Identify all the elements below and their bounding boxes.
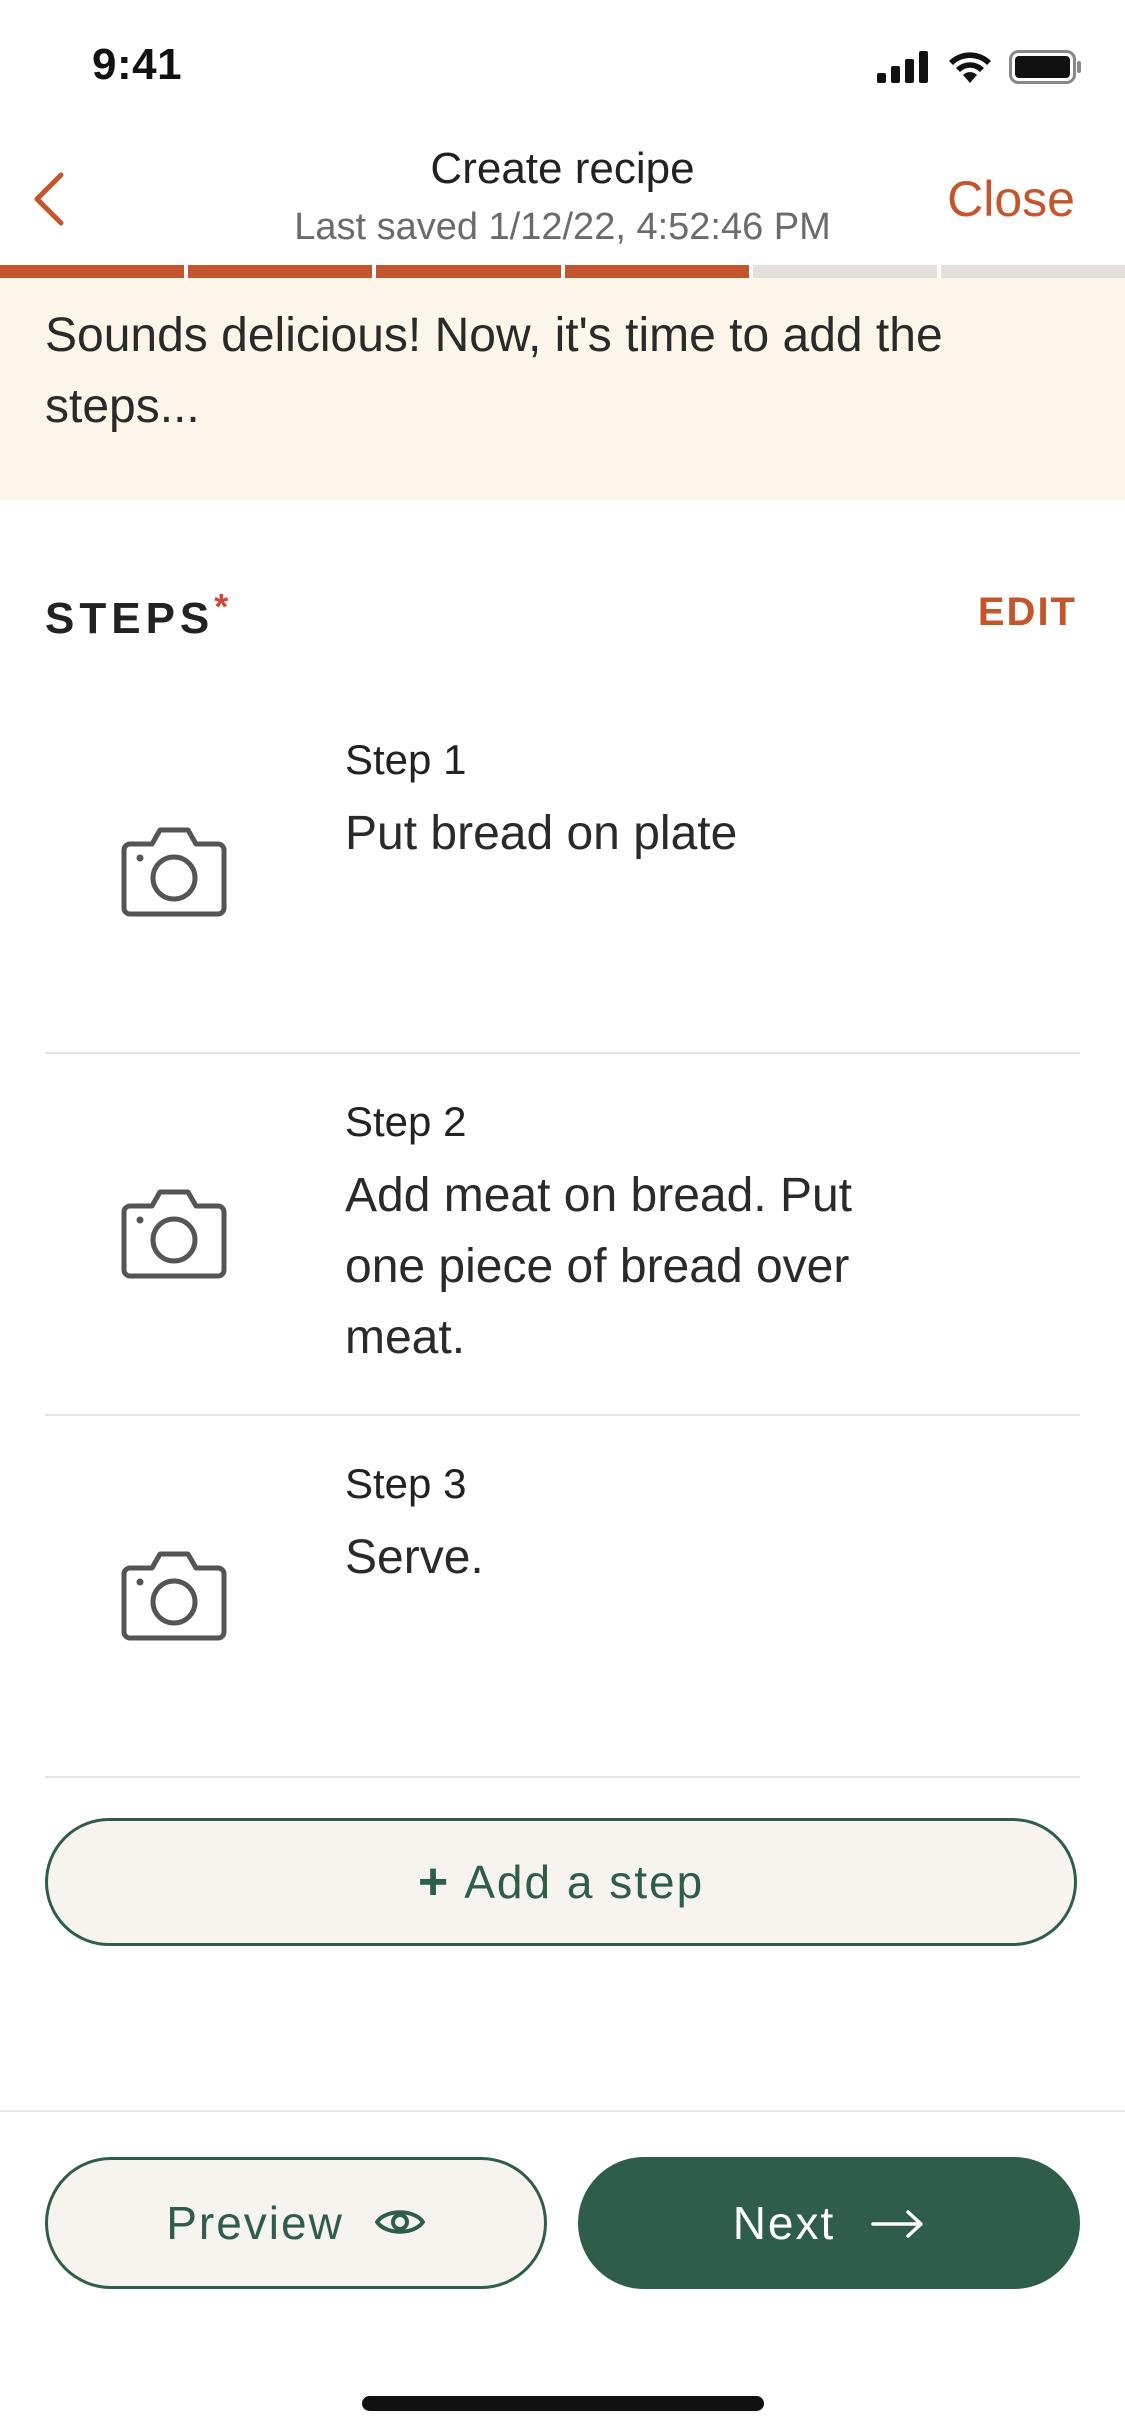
step-row[interactable]: Step 1 Put bread on plate bbox=[45, 692, 1080, 1054]
eye-icon bbox=[374, 2196, 426, 2250]
add-step-photo-button[interactable] bbox=[118, 1054, 230, 1414]
step-text: Add meat on bread. Put one piece of brea… bbox=[345, 1169, 852, 1364]
close-button[interactable]: Close bbox=[947, 170, 1075, 228]
camera-icon bbox=[120, 1184, 228, 1285]
progress-segment-complete bbox=[188, 265, 373, 278]
step-list: Step 1 Put bread on plate Step 2 Add mea… bbox=[45, 692, 1080, 1778]
info-banner: Sounds delicious! Now, it's time to add … bbox=[0, 278, 1125, 500]
banner-text: Sounds delicious! Now, it's time to add … bbox=[45, 309, 943, 433]
progress-segment-pending bbox=[940, 265, 1125, 278]
progress-segment-complete bbox=[0, 265, 185, 278]
home-indicator bbox=[362, 2396, 764, 2411]
wifi-icon bbox=[947, 50, 993, 89]
step-text: Serve. bbox=[345, 1531, 484, 1584]
status-bar: 9:41 bbox=[0, 0, 1125, 140]
next-button[interactable]: Next bbox=[578, 2157, 1080, 2289]
progress-segment-complete bbox=[564, 265, 749, 278]
plus-icon: + bbox=[417, 1853, 451, 1911]
preview-label: Preview bbox=[166, 2197, 344, 2249]
camera-icon bbox=[120, 822, 228, 923]
step-row[interactable]: Step 3 Serve. bbox=[45, 1416, 1080, 1778]
step-row[interactable]: Step 2 Add meat on bread. Put one piece … bbox=[45, 1054, 1080, 1416]
status-icons bbox=[877, 50, 1083, 89]
progress-segment-pending bbox=[752, 265, 937, 278]
step-label: Step 1 bbox=[345, 736, 467, 783]
arrow-right-icon bbox=[871, 2196, 925, 2250]
add-step-label: Add a step bbox=[464, 1856, 705, 1908]
status-time: 9:41 bbox=[92, 40, 183, 89]
add-step-photo-button[interactable] bbox=[118, 1416, 230, 1776]
progress-bar bbox=[0, 265, 1125, 278]
step-text: Put bread on plate bbox=[345, 807, 738, 860]
required-marker: * bbox=[214, 586, 229, 627]
add-step-button[interactable]: + Add a step bbox=[45, 1818, 1077, 1946]
add-step-photo-button[interactable] bbox=[118, 692, 230, 1052]
header: Create recipe Last saved 1/12/22, 4:52:4… bbox=[0, 140, 1125, 265]
footer-divider bbox=[0, 2110, 1125, 2112]
steps-heading-label: STEPS bbox=[45, 594, 215, 643]
camera-icon bbox=[120, 1546, 228, 1647]
cellular-signal-icon bbox=[877, 51, 931, 88]
edit-steps-button[interactable]: EDIT bbox=[978, 590, 1077, 635]
progress-segment-complete bbox=[376, 265, 561, 278]
next-label: Next bbox=[732, 2197, 836, 2249]
battery-icon bbox=[1009, 50, 1083, 89]
step-label: Step 2 bbox=[345, 1098, 467, 1145]
preview-button[interactable]: Preview bbox=[45, 2157, 547, 2289]
steps-heading: STEPS* bbox=[45, 586, 228, 644]
step-label: Step 3 bbox=[345, 1460, 467, 1507]
